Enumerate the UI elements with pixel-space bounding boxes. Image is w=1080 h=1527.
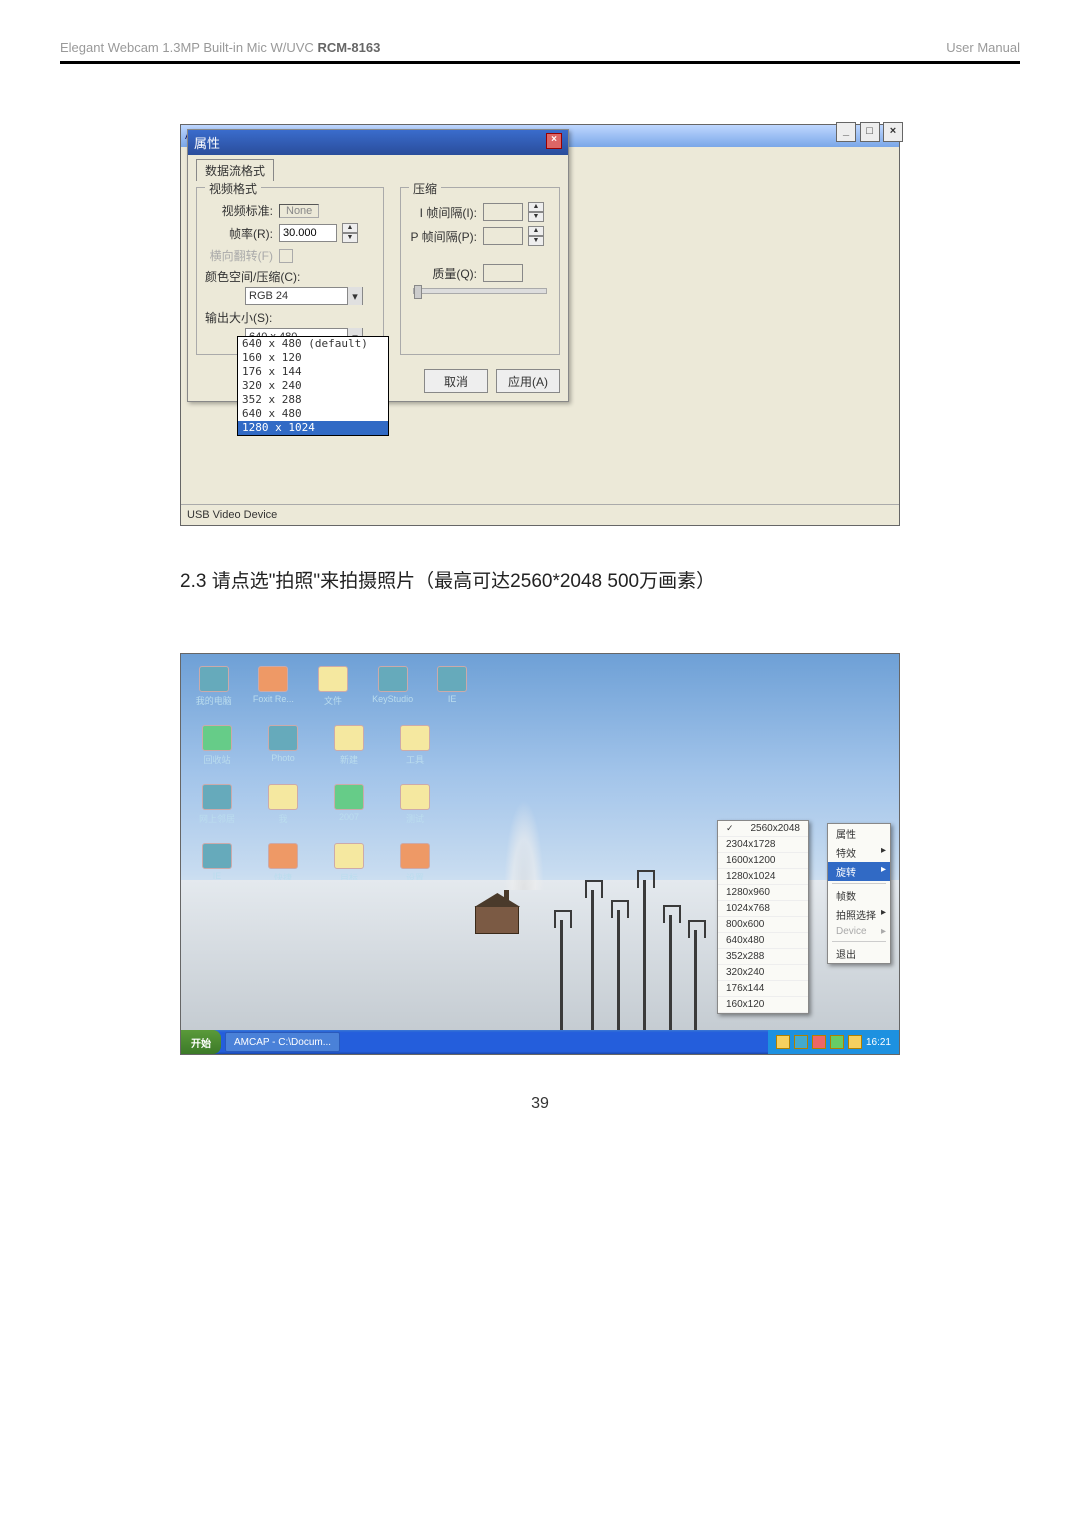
product-name: Elegant Webcam 1.3MP Built-in Mic W/UVC	[60, 40, 314, 55]
video-format-group: 视频格式	[205, 180, 261, 197]
system-tray: 16:21	[768, 1030, 899, 1054]
screenshot-properties-dialog: AMCAP C:\Documents and Settings\...\桌面\3…	[180, 124, 900, 526]
tab-stream-format[interactable]: 数据流格式	[196, 159, 274, 181]
framerate-spinner[interactable]: ▲▼	[342, 223, 358, 243]
output-size-label: 输出大小(S):	[205, 309, 375, 326]
doc-type: User Manual	[946, 40, 1020, 55]
tray-icon[interactable]	[794, 1035, 808, 1049]
step-caption: 2.3 请点选"拍照"来拍摄照片（最高可达2560*2048 500万画素）	[180, 566, 900, 593]
pframe-input	[483, 227, 523, 245]
resolution-option[interactable]: 1280x960	[718, 885, 808, 901]
output-size-dropdown[interactable]: 640 x 480 (default)160 x 120176 x 144320…	[237, 336, 389, 436]
properties-dialog: 属性 × 数据流格式 视频格式 视频标准: None 帧率(R):	[187, 129, 569, 402]
size-option[interactable]: 160 x 120	[238, 351, 388, 365]
ctx-rot[interactable]: 旋转	[828, 862, 890, 881]
ctx-fx[interactable]: 特效	[828, 843, 890, 862]
quality-input	[483, 264, 523, 282]
ctx-device: Device	[828, 924, 890, 939]
clock: 16:21	[866, 1037, 891, 1048]
resolution-option[interactable]: 320x240	[718, 965, 808, 981]
taskbar-item[interactable]: AMCAP - C:\Docum...	[225, 1032, 340, 1052]
page-number: 39	[180, 1095, 900, 1113]
apply-button[interactable]: 应用(A)	[496, 369, 560, 393]
resolution-option[interactable]: 1024x768	[718, 901, 808, 917]
size-option[interactable]: 640 x 480	[238, 407, 388, 421]
resolution-option[interactable]: 800x600	[718, 917, 808, 933]
resolution-option[interactable]: 1280x1024	[718, 869, 808, 885]
resolution-menu[interactable]: 2560x20482304x17281600x12001280x10241280…	[717, 820, 809, 1014]
iframe-label: I 帧间隔(I):	[409, 204, 477, 221]
resolution-option[interactable]: 160x120	[718, 997, 808, 1013]
size-option[interactable]: 1280 x 1024	[238, 421, 388, 435]
dialog-title: 属性	[194, 133, 220, 152]
colorspace-label: 颜色空间/压缩(C):	[205, 268, 375, 285]
minimize-icon[interactable]: _	[836, 122, 856, 142]
camera-context-menu[interactable]: 属性 特效 旋转 帧数 拍照选择 Device 退出	[827, 823, 891, 964]
start-button[interactable]: 开始	[181, 1030, 221, 1054]
dialog-close-icon[interactable]: ×	[546, 133, 562, 149]
maximize-icon[interactable]: □	[860, 122, 880, 142]
pframe-label: P 帧间隔(P):	[409, 228, 477, 245]
iframe-input	[483, 203, 523, 221]
tray-icon[interactable]	[776, 1035, 790, 1049]
iframe-spinner: ▲▼	[528, 202, 544, 222]
taskbar: 开始 AMCAP - C:\Docum... 16:21	[181, 1030, 899, 1054]
quality-label: 质量(Q):	[409, 265, 477, 282]
size-option[interactable]: 320 x 240	[238, 379, 388, 393]
screenshot-desktop: 我的电脑Foxit Re...文件KeyStudioIE 回收站Photo新建工…	[180, 653, 900, 1055]
tray-icon[interactable]	[848, 1035, 862, 1049]
quality-slider	[413, 288, 547, 294]
resolution-option[interactable]: 1600x1200	[718, 853, 808, 869]
resolution-option[interactable]: 2304x1728	[718, 837, 808, 853]
ctx-prop[interactable]: 属性	[828, 824, 890, 843]
size-option[interactable]: 352 x 288	[238, 393, 388, 407]
slider-thumb	[414, 285, 422, 299]
resolution-option[interactable]: 640x480	[718, 933, 808, 949]
tray-icon[interactable]	[830, 1035, 844, 1049]
chevron-down-icon: ▾	[347, 287, 362, 305]
doc-header: Elegant Webcam 1.3MP Built-in Mic W/UVC …	[60, 40, 1020, 64]
window-controls: _ □ ×	[837, 121, 903, 142]
ctx-snap[interactable]: 拍照选择	[828, 905, 890, 924]
size-option[interactable]: 176 x 144	[238, 365, 388, 379]
ctx-exit[interactable]: 退出	[828, 944, 890, 963]
tray-icon[interactable]	[812, 1035, 826, 1049]
size-option[interactable]: 640 x 480 (default)	[238, 337, 388, 351]
standard-value: None	[279, 204, 319, 218]
dialog-titlebar: 属性 ×	[188, 130, 568, 155]
flip-label: 横向翻转(F)	[205, 247, 273, 264]
resolution-option[interactable]: 2560x2048	[718, 821, 808, 837]
resolution-option[interactable]: 352x288	[718, 949, 808, 965]
compression-group: 压缩	[409, 180, 441, 197]
cancel-button[interactable]: 取消	[424, 369, 488, 393]
framerate-label: 帧率(R):	[205, 225, 273, 242]
ctx-photo[interactable]: 帧数	[828, 886, 890, 905]
status-bar: USB Video Device	[181, 504, 899, 525]
flip-checkbox	[279, 249, 293, 263]
standard-label: 视频标准:	[205, 202, 273, 219]
resolution-option[interactable]: 176x144	[718, 981, 808, 997]
pframe-spinner: ▲▼	[528, 226, 544, 246]
framerate-input[interactable]	[279, 224, 337, 242]
colorspace-select[interactable]: RGB 24 ▾	[245, 287, 363, 305]
close-icon[interactable]: ×	[883, 122, 903, 142]
model-number: RCM-8163	[317, 40, 380, 55]
